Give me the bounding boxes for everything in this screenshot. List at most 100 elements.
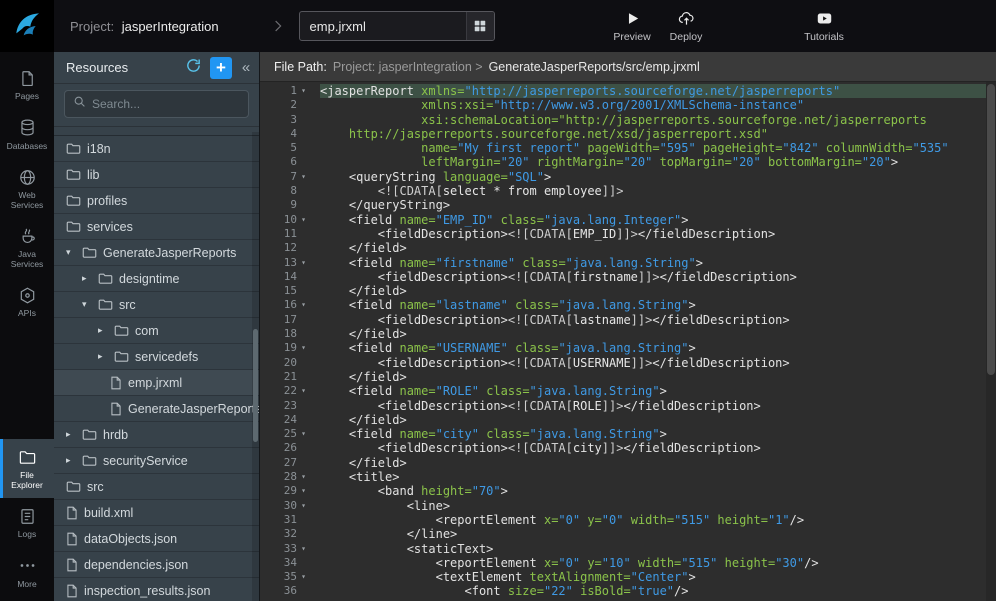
tree-item-src[interactable]: ▾src	[54, 292, 259, 318]
topbar-actions: Preview Deploy Tutorials	[610, 9, 996, 43]
tree-item-generatejasperreports[interactable]: ▾GenerateJasperReports	[54, 240, 259, 266]
tree-item-servicedefs[interactable]: ▸ servicedefs	[54, 344, 259, 370]
file-icon	[110, 376, 122, 390]
editor-scrollbar-thumb[interactable]	[987, 84, 995, 375]
fold-caret-icon[interactable]: ▾	[297, 499, 310, 513]
tree-item-build-xml[interactable]: build.xml	[54, 500, 259, 526]
line-number: 15	[267, 284, 297, 298]
sidebar-scrollbar-thumb[interactable]	[253, 329, 258, 442]
add-resource-button[interactable]: +	[210, 57, 232, 79]
rail-item-databases[interactable]: Databases	[0, 110, 54, 160]
tree-item-label: emp.jrxml	[128, 376, 182, 390]
rail-item-pages[interactable]: Pages	[0, 60, 54, 110]
fold-caret-icon[interactable]: ▾	[297, 542, 310, 556]
tree-item-securityservice[interactable]: ▸ securityService	[54, 448, 259, 474]
code-editor[interactable]: 1▾234567▾8910▾111213▾141516▾171819▾20212…	[260, 82, 996, 601]
editor-scrollbar[interactable]	[986, 82, 996, 601]
tree-item-generatejasperreports-s[interactable]: GenerateJasperReports.s	[54, 396, 259, 422]
rail-item-java-services[interactable]: Java Services	[0, 218, 54, 277]
pages-icon	[18, 68, 37, 88]
rail-item-web-services[interactable]: Web Services	[0, 159, 54, 218]
fold-caret-icon[interactable]: ▾	[297, 256, 310, 270]
line-number: 25	[267, 427, 297, 441]
tree-item-inspection-results-json[interactable]: inspection_results.json	[54, 578, 259, 601]
folder-icon	[66, 480, 81, 493]
tree-item-label: securityService	[103, 454, 188, 468]
rail-item-label: Databases	[7, 142, 48, 152]
chevron-right-icon[interactable]: ▸	[98, 325, 108, 336]
refresh-button[interactable]	[183, 58, 203, 78]
fold-caret-icon[interactable]: ▾	[297, 170, 310, 184]
chevron-right-icon[interactable]: ▸	[82, 273, 92, 284]
chevron-right-icon[interactable]: ▸	[66, 455, 76, 466]
fold-caret-icon[interactable]: ▾	[297, 484, 310, 498]
chevron-down-icon[interactable]: ▾	[66, 247, 76, 258]
fold-caret-icon[interactable]: ▾	[297, 384, 310, 398]
tree-item-src[interactable]: src	[54, 474, 259, 500]
tree-item-label: build.xml	[84, 506, 133, 520]
video-icon	[814, 9, 835, 28]
tree-item-emp-jrxml[interactable]: emp.jrxml	[54, 370, 259, 396]
fold-caret-icon[interactable]: ▾	[297, 570, 310, 584]
plus-icon: +	[216, 58, 226, 78]
tree-item-profiles[interactable]: profiles	[54, 188, 259, 214]
chevron-right-icon	[271, 14, 285, 38]
folder-icon	[66, 168, 81, 181]
fold-caret-icon[interactable]: ▾	[297, 298, 310, 312]
tree-item-lib[interactable]: lib	[54, 162, 259, 188]
fold-caret-icon[interactable]: ▾	[297, 427, 310, 441]
tree-item-label: servicedefs	[135, 350, 198, 364]
file-icon	[66, 584, 78, 598]
search-input[interactable]	[92, 97, 240, 111]
line-number: 18	[267, 327, 297, 341]
line-number: 36	[267, 584, 297, 598]
fold-caret-icon[interactable]: ▾	[297, 213, 310, 227]
code-line-7: <queryString language="SQL">	[320, 170, 996, 184]
code-line-9: </queryString>	[320, 198, 996, 212]
rail-item-file-explorer[interactable]: File Explorer	[0, 439, 54, 498]
file-path-bar: File Path: Project: jasperIntegration > …	[260, 52, 996, 82]
line-number: 34	[267, 556, 297, 570]
sidebar-scrollbar[interactable]	[252, 132, 259, 601]
file-selector-dropdown[interactable]: emp.jrxml	[299, 11, 495, 41]
code-line-6: leftMargin="20" rightMargin="20" topMarg…	[320, 155, 996, 169]
rail-item-label: More	[17, 580, 36, 590]
fold-caret-icon[interactable]: ▾	[297, 341, 310, 355]
editor-area: File Path: Project: jasperIntegration > …	[260, 52, 996, 601]
fold-caret-icon[interactable]: ▾	[297, 84, 310, 98]
tree-item-services[interactable]: services	[54, 214, 259, 240]
tree-item-i18n[interactable]: i18n	[54, 136, 259, 162]
deploy-button[interactable]: Deploy	[664, 9, 708, 43]
code-lines[interactable]: <jasperReport xmlns="http://jasperreport…	[312, 82, 996, 601]
line-number: 26	[267, 441, 297, 455]
tree-item-dependencies-json[interactable]: dependencies.json	[54, 552, 259, 578]
tree-item-dataobjects-json[interactable]: dataObjects.json	[54, 526, 259, 552]
chevron-right-icon[interactable]: ▸	[66, 429, 76, 440]
tree-item-com[interactable]: ▸com	[54, 318, 259, 344]
app-logo[interactable]	[0, 0, 54, 52]
tutorials-button[interactable]: Tutorials	[802, 9, 846, 43]
tree-item-hrdb[interactable]: ▸hrdb	[54, 422, 259, 448]
collapse-panel-button[interactable]: «	[239, 59, 253, 76]
rail-item-more[interactable]: More	[0, 548, 54, 598]
line-number: 8	[267, 184, 297, 198]
tree-item-label: lib	[87, 168, 100, 182]
code-line-32: </line>	[320, 527, 996, 541]
chevron-down-icon[interactable]: ▾	[82, 299, 92, 310]
preview-button[interactable]: Preview	[610, 9, 654, 43]
code-line-5: name="My first report" pageWidth="595" p…	[320, 141, 996, 155]
chevron-right-icon[interactable]: ▸	[98, 351, 108, 362]
code-line-27: </field>	[320, 456, 996, 470]
folder-icon	[66, 142, 81, 155]
code-line-4: http://jasperreports.sourceforge.net/xsd…	[320, 127, 996, 141]
rail-item-apis[interactable]: APIs	[0, 277, 54, 327]
fold-caret-icon[interactable]: ▾	[297, 470, 310, 484]
code-line-28: <title>	[320, 470, 996, 484]
tree-item-designtime[interactable]: ▸designtime	[54, 266, 259, 292]
line-number: 2	[267, 98, 297, 112]
code-line-2: xmlns:xsi="http://www.w3.org/2001/XMLSch…	[320, 98, 996, 112]
code-line-19: <field name="USERNAME" class="java.lang.…	[320, 341, 996, 355]
rail-item-logs[interactable]: Logs	[0, 498, 54, 548]
grid-icon[interactable]	[466, 12, 494, 40]
logs-icon	[18, 506, 37, 526]
